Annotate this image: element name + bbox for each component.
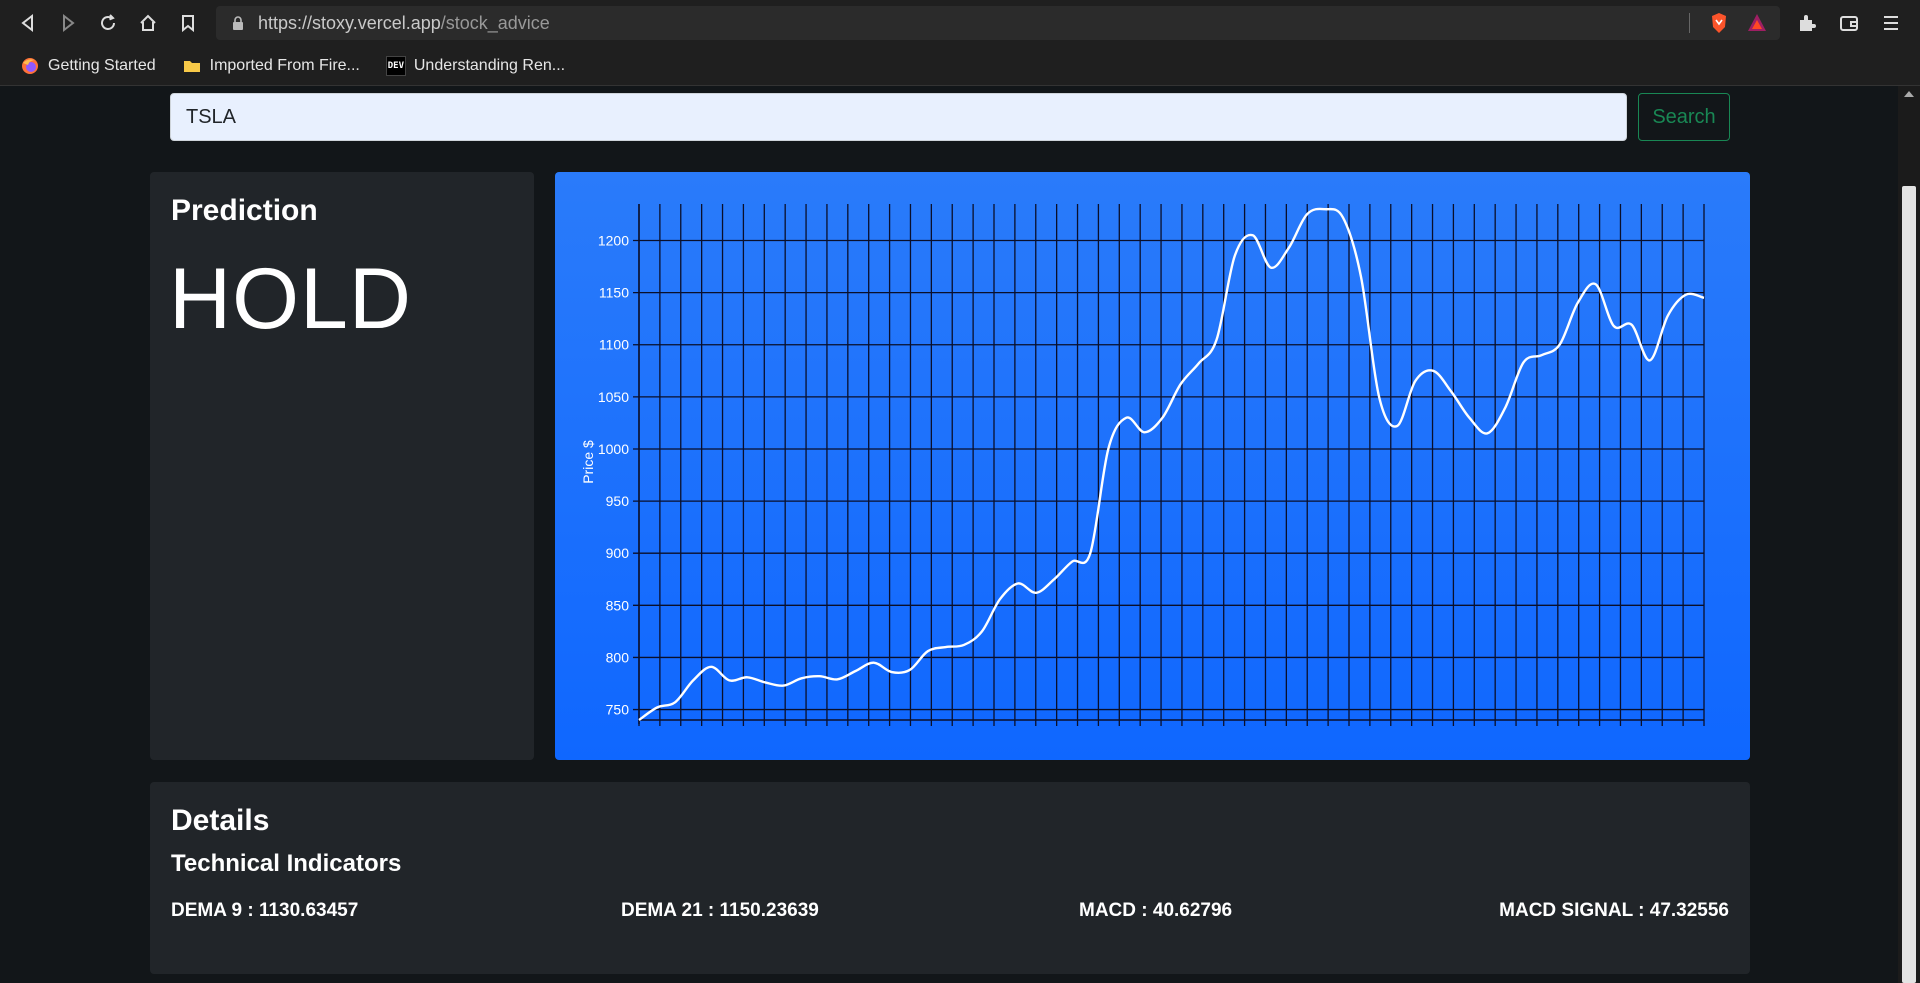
url-separator (1689, 13, 1690, 33)
y-tick-label: 950 (606, 493, 630, 509)
prediction-value: HOLD (169, 251, 412, 347)
details-card: Details Technical Indicators DEMA 9 : 11… (150, 782, 1750, 974)
y-tick-label: 1000 (598, 441, 629, 457)
price-chart: 750 800 850 900 950 1000 1050 1100 1150 1200 Price… (580, 204, 1705, 726)
url-text: https://stoxy.vercel.app/stock_advice (258, 12, 550, 33)
home-icon (140, 14, 156, 31)
extensions-icon[interactable] (1796, 12, 1818, 34)
stock-search-input[interactable] (170, 93, 1627, 141)
scroll-up-icon[interactable] (1903, 88, 1915, 100)
address-bar[interactable]: https://stoxy.vercel.app/stock_advice (216, 6, 1780, 40)
brave-rewards-icon[interactable] (1746, 12, 1768, 34)
bookmark-getting-started[interactable]: Getting Started (20, 56, 156, 76)
reload-button[interactable] (88, 0, 128, 46)
back-button[interactable] (8, 0, 48, 46)
bookmark-understanding[interactable]: DEV Understanding Ren... (385, 55, 565, 76)
back-icon (21, 13, 33, 33)
firefox-icon (22, 57, 38, 74)
forward-icon (63, 13, 75, 33)
reload-icon (101, 14, 115, 30)
y-tick-label: 750 (606, 702, 630, 718)
y-axis-label: Price $ (580, 440, 596, 484)
bookmark-icon (182, 15, 194, 33)
indicator-macd-signal: MACD SIGNAL : 47.32556 (1499, 900, 1729, 921)
home-button[interactable] (128, 0, 168, 46)
folder-icon (183, 60, 200, 72)
y-tick-label: 850 (606, 597, 630, 613)
scroll-thumb[interactable] (1902, 186, 1916, 983)
y-tick-label: 900 (606, 545, 630, 561)
prediction-title: Prediction (171, 194, 318, 227)
bookmarks-bar: Getting Started Imported From Fire... DE… (0, 46, 1920, 86)
search-button[interactable]: Search (1638, 93, 1730, 141)
wallet-icon[interactable] (1838, 12, 1860, 34)
lock-icon (233, 16, 243, 30)
y-tick-label: 800 (606, 649, 630, 665)
forward-button[interactable] (48, 0, 88, 46)
page-scrollbar[interactable] (1898, 86, 1920, 983)
bookmark-button[interactable] (168, 0, 208, 46)
prediction-card: Prediction HOLD (150, 172, 534, 760)
y-tick-label: 1050 (598, 389, 629, 405)
bookmark-imported-folder[interactable]: Imported From Fire... (182, 56, 360, 76)
technical-indicators-title: Technical Indicators (171, 850, 402, 877)
y-tick-label: 1100 (599, 337, 629, 353)
price-line (638, 207, 1705, 721)
y-tick-label: 1150 (599, 285, 629, 301)
menu-icon[interactable] (1880, 12, 1902, 34)
browser-toolbar: https://stoxy.vercel.app/stock_advice (0, 0, 1920, 46)
dev-icon: DEV (385, 55, 406, 76)
brave-shields-icon[interactable] (1708, 12, 1730, 34)
indicator-macd: MACD : 40.62796 (1079, 900, 1233, 921)
price-chart-card: 750 800 850 900 950 1000 1050 1100 1150 1200 Price… (555, 172, 1750, 760)
indicator-dema-9: DEMA 9 : 1130.63457 (171, 900, 359, 921)
details-title: Details (171, 804, 270, 837)
y-tick-label: 1200 (598, 232, 629, 248)
indicator-dema-21: DEMA 21 : 1150.23639 (621, 900, 819, 921)
